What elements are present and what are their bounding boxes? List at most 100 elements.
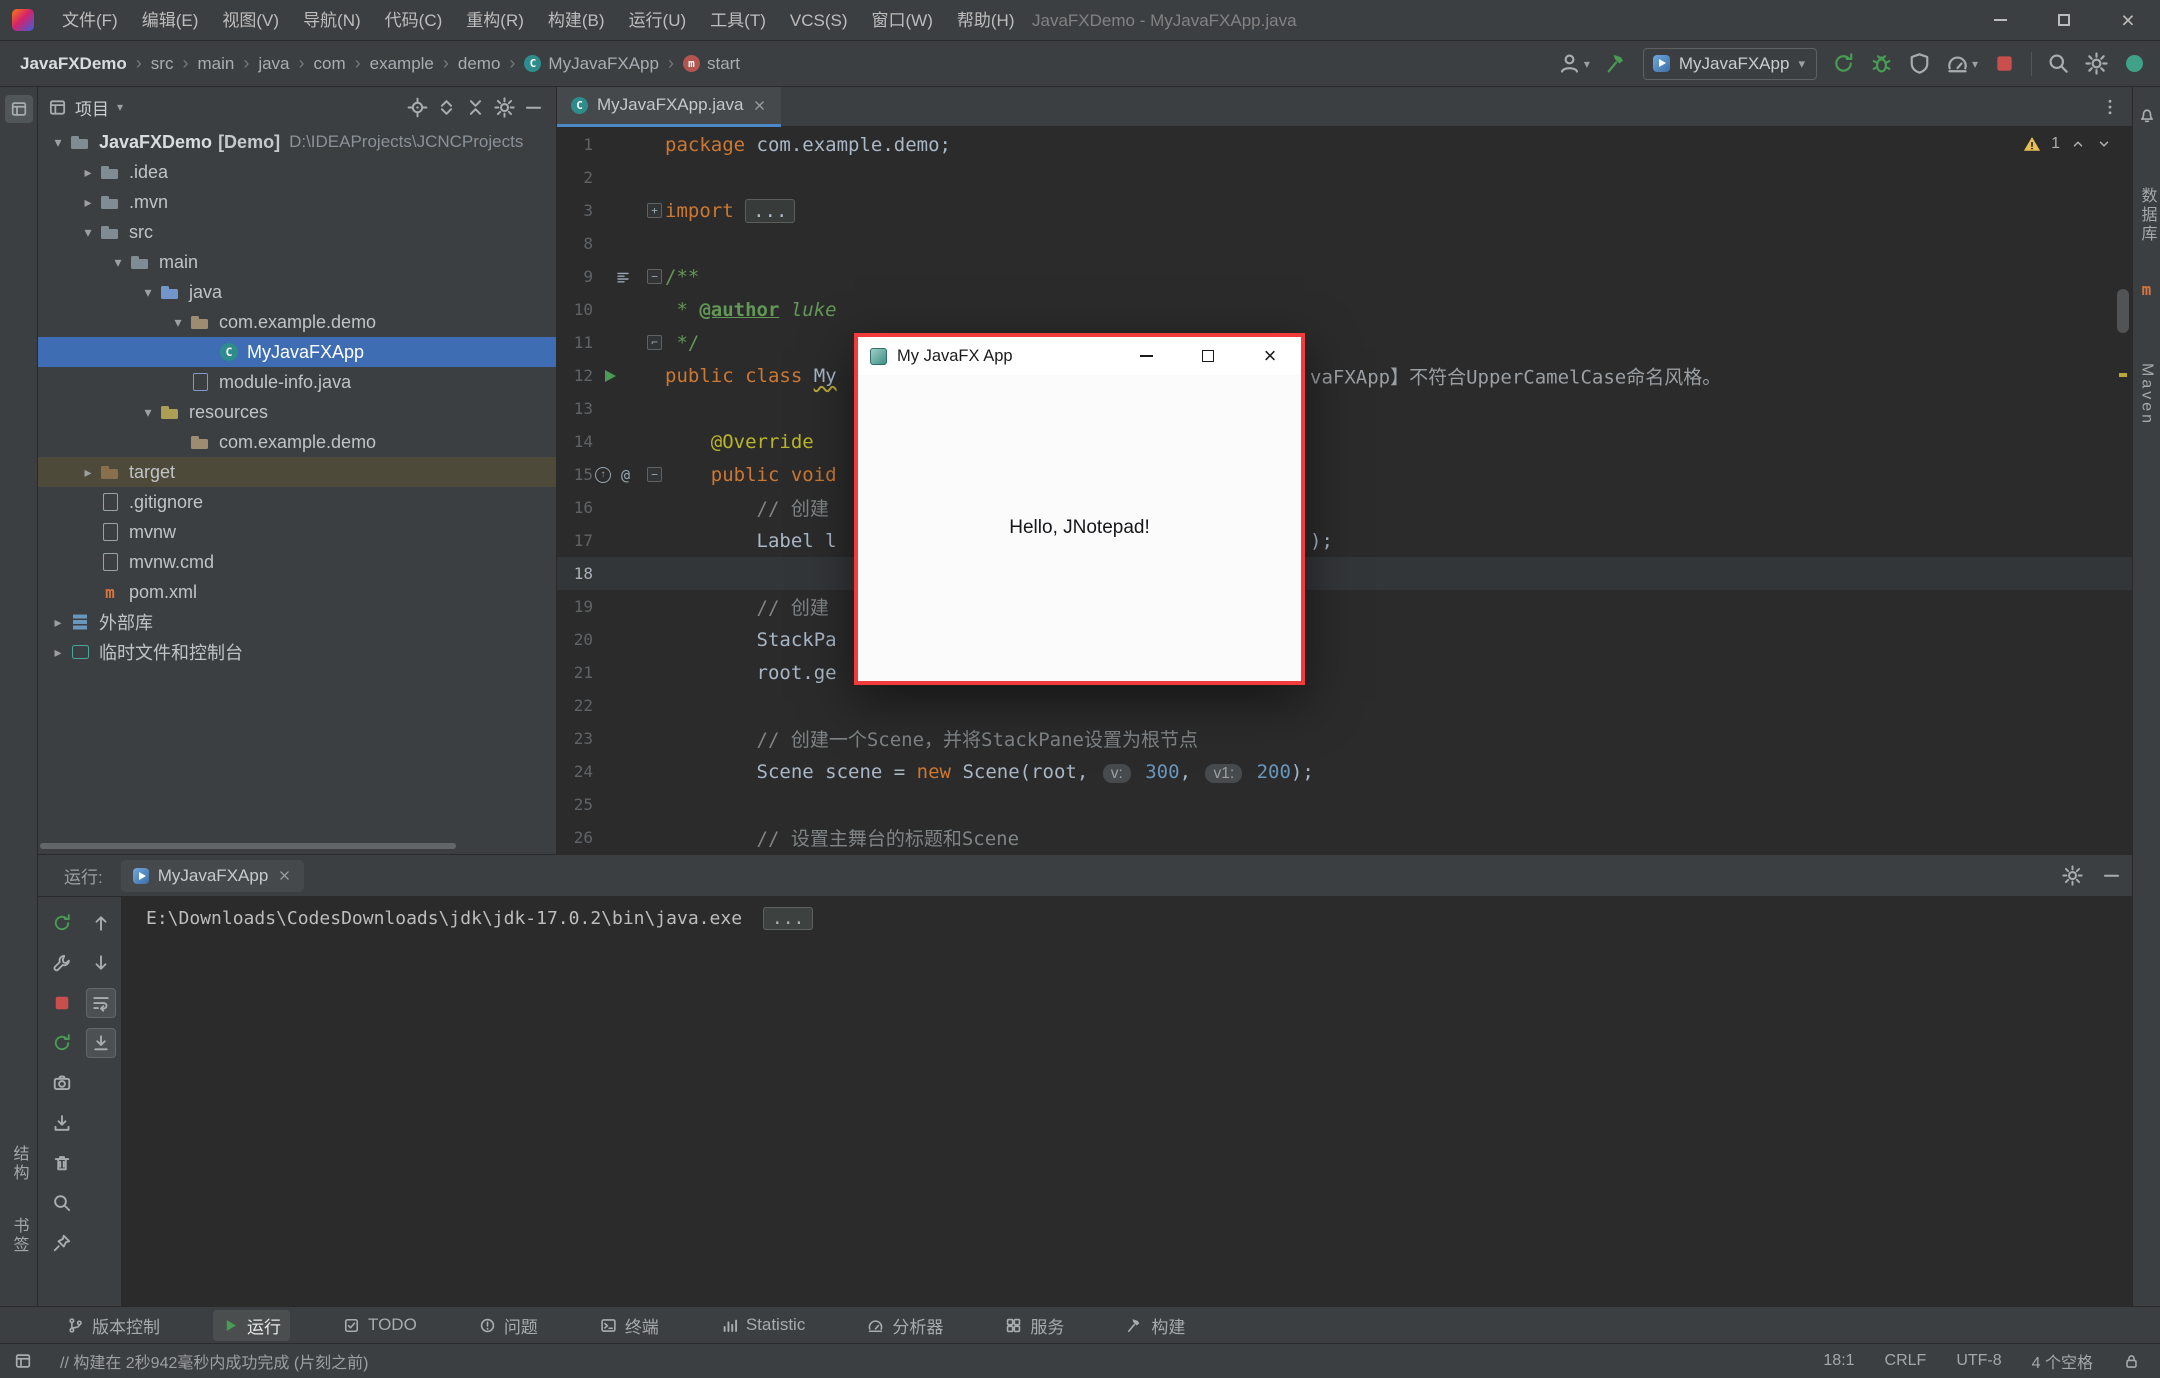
maven-stripe-button[interactable]: m Maven [2138,280,2156,426]
window-minimize-button[interactable] [1968,0,2032,40]
menu-item[interactable]: 视图(V) [210,0,291,41]
warning-stripe-mark[interactable] [2119,373,2127,377]
code-line[interactable]: 12vaFXApp】不符合UpperCamelCase命名风格。public c… [557,359,2132,392]
tab-options-icon[interactable] [2100,97,2120,117]
horizontal-scrollbar[interactable] [40,843,456,849]
code-line[interactable]: 3+import ... [557,194,2132,227]
chevron-down-icon[interactable]: ▾ [117,100,123,114]
prev-problem-icon[interactable] [2070,136,2086,152]
editor-tab[interactable]: C MyJavaFXApp.java [557,87,781,127]
code-line[interactable]: 21 root.ge [557,656,2132,689]
lock-icon[interactable] [2123,1353,2140,1370]
gutter-run-icon[interactable] [605,359,616,392]
code-line[interactable]: 2 [557,161,2132,194]
up-button[interactable] [86,908,116,938]
tree-item[interactable]: ▸.mvn [38,187,556,217]
code-line[interactable]: 24 Scene scene = new Scene(root, v: 300,… [557,755,2132,788]
hide-run-panel-button[interactable] [2101,865,2122,886]
menu-item[interactable]: 构建(B) [536,0,617,41]
scrollend-button[interactable] [86,1028,116,1058]
code-line[interactable]: 17); Label l [557,524,2132,557]
tree-item[interactable]: ▾java [38,277,556,307]
tree-item[interactable]: mvnw.cmd [38,547,556,577]
tree-item[interactable]: ▸临时文件和控制台 [38,637,556,667]
javafx-minimize-button[interactable] [1115,337,1177,375]
code-line[interactable]: 26 // 设置主舞台的标题和Scene [557,821,2132,854]
user-icon[interactable] [1558,52,1581,75]
close-tab-icon[interactable] [752,98,767,113]
build-hammer-icon[interactable] [1605,52,1628,75]
tree-item[interactable]: ▸.idea [38,157,556,187]
tree-item[interactable]: ▾resources [38,397,556,427]
breadcrumb-item[interactable]: src [151,54,174,74]
rerun-button[interactable] [47,908,77,938]
vertical-scrollbar[interactable] [2117,289,2129,333]
toolwindow-tab[interactable]: 运行 [213,1310,290,1341]
tree-item[interactable]: ▸target [38,457,556,487]
hide-panel-button[interactable] [523,97,544,118]
menu-item[interactable]: 重构(R) [454,0,536,41]
menu-item[interactable]: 文件(F) [50,0,130,41]
menu-item[interactable]: 运行(U) [617,0,699,41]
close-icon[interactable] [277,868,292,883]
breadcrumb-item[interactable]: java [258,54,289,74]
code-line[interactable]: 20 StackPa [557,623,2132,656]
tree-chevron-icon[interactable]: ▾ [106,254,130,271]
tree-chevron-icon[interactable]: ▸ [76,164,100,181]
status-widget[interactable]: 18:1 [1823,1352,1854,1370]
tree-item[interactable]: mpom.xml [38,577,556,607]
menu-item[interactable]: 编辑(E) [130,0,211,41]
javafx-window-titlebar[interactable]: My JavaFX App × [858,337,1301,375]
stop-button[interactable] [47,988,77,1018]
tree-item[interactable]: ▸外部库 [38,607,556,637]
breadcrumb-item[interactable]: JavaFXDemo [20,54,127,74]
tree-chevron-icon[interactable]: ▸ [76,194,100,211]
tree-chevron-icon[interactable]: ▾ [136,404,160,421]
menu-item[interactable]: 帮助(H) [945,0,1027,41]
softwrap-button[interactable] [86,988,116,1018]
gutter-fold-minus-icon[interactable]: − [647,260,662,293]
run-config-select[interactable]: MyJavaFXApp ▾ [1643,48,1817,80]
code-line[interactable]: 23 // 创建一个Scene，并将StackPane设置为根节点 [557,722,2132,755]
collapse-all-button[interactable] [465,97,486,118]
tool-windows-icon[interactable] [14,1352,32,1370]
gutter-override-icon[interactable]: ↑ [595,458,611,491]
menu-item[interactable]: 窗口(W) [860,0,945,41]
gutter-fold-minus-icon[interactable]: − [647,458,662,491]
toolwindow-tab[interactable]: Statistic [712,1312,815,1338]
tree-item[interactable]: CMyJavaFXApp [38,337,556,367]
code-line[interactable]: 18 [557,557,2132,590]
next-problem-icon[interactable] [2096,136,2112,152]
select-opened-file-button[interactable] [407,97,428,118]
window-close-button[interactable]: × [2096,0,2160,40]
code-line[interactable]: 1package com.example.demo; [557,128,2132,161]
javafx-maximize-button[interactable] [1177,337,1239,375]
bookmarks-stripe-button[interactable]: 书签 [7,1217,31,1255]
tree-chevron-icon[interactable]: ▸ [46,644,70,661]
toolwindow-tab[interactable]: 问题 [470,1310,547,1341]
toolwindow-tab[interactable]: 分析器 [858,1310,952,1341]
breadcrumb-item[interactable]: CMyJavaFXApp [524,54,659,74]
toolwindow-tab[interactable]: 构建 [1117,1310,1194,1341]
gutter-at-icon[interactable]: @ [621,458,630,491]
gutter-fold-plus-icon[interactable]: + [647,194,662,227]
console-folded-text[interactable]: ... [763,907,814,930]
export-button[interactable] [47,1108,77,1138]
tree-chevron-icon[interactable]: ▾ [76,224,100,241]
tree-item[interactable]: com.example.demo [38,427,556,457]
menu-item[interactable]: 代码(C) [373,0,455,41]
code-line[interactable]: 11⌐ */ [557,326,2132,359]
project-stripe-button[interactable] [5,95,33,123]
pin-button[interactable] [47,1228,77,1258]
tree-item[interactable]: ▾main [38,247,556,277]
status-widget[interactable]: 4 个空格 [2032,1349,2093,1373]
toolwindow-tab[interactable]: 版本控制 [58,1310,169,1341]
breadcrumb-item[interactable]: main [197,54,234,74]
structure-stripe-button[interactable]: 结构 [7,1145,31,1183]
debug-button[interactable] [1870,52,1893,75]
javafx-app-window[interactable]: My JavaFX App × Hello, JNotepad! [854,333,1305,685]
expand-all-button[interactable] [436,97,457,118]
gutter-fold-end-icon[interactable]: ⌐ [647,326,662,359]
inspections-widget[interactable]: 1 [2023,135,2112,153]
search-everywhere-icon[interactable] [2047,52,2070,75]
